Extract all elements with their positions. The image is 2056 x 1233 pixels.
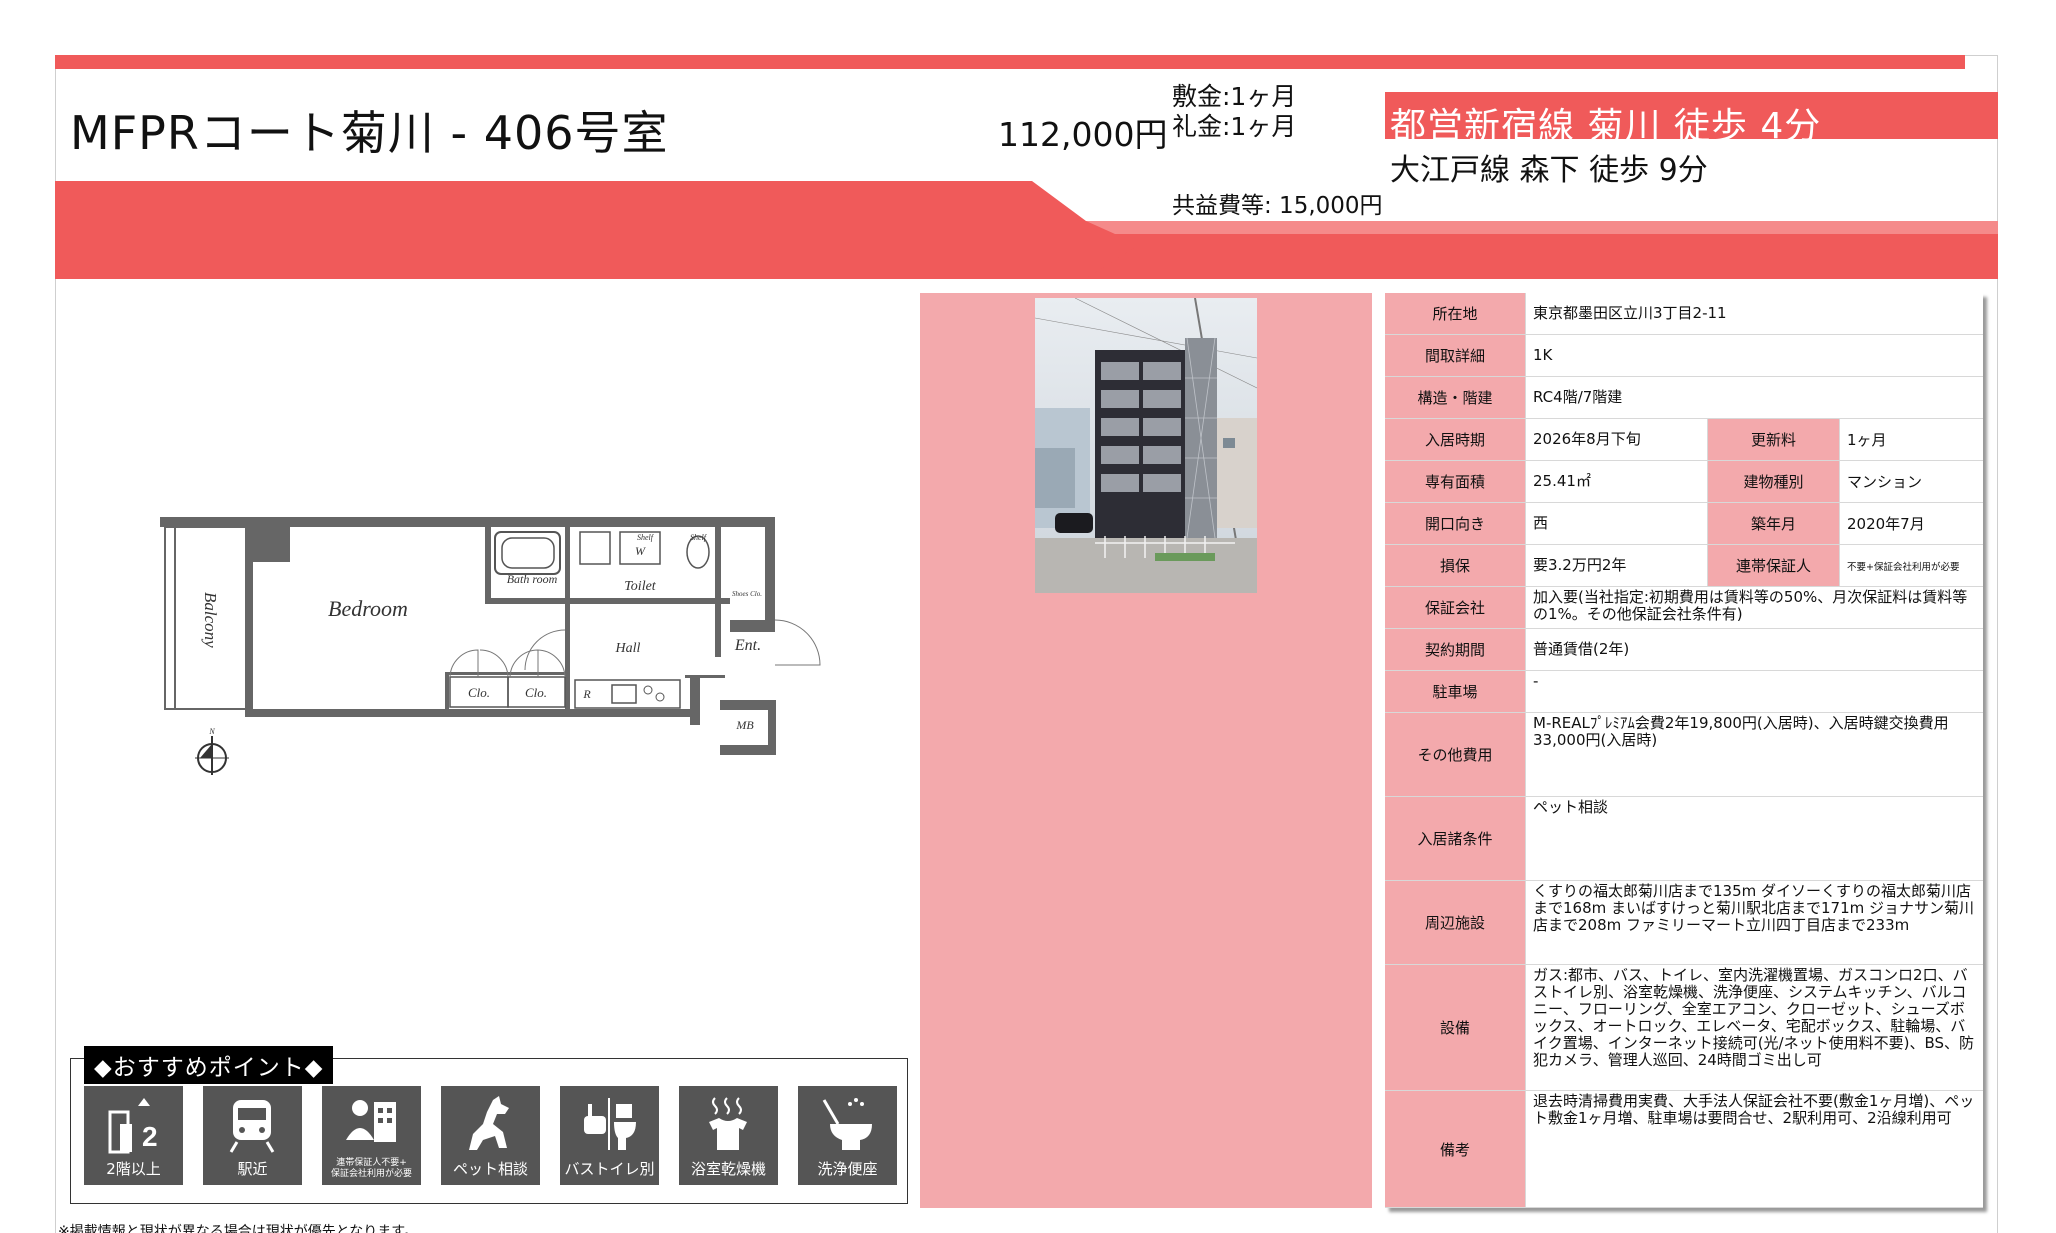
bath-toilet-icon [584, 1098, 636, 1150]
point-upper-floor: 2 2階以上 [84, 1086, 183, 1185]
row-guarantee-company: 保証会社 加入要(当社指定:初期費用は賃料等の50%、月次保証料は賃料等の1%。… [1385, 587, 1983, 629]
point-washlet: 洗浄便座 [798, 1086, 897, 1185]
room-bath: Bath room [507, 572, 558, 586]
row-notes: 備考 退去時清掃費用実費、大手法人保証会社不要(敷金1ヶ月増)、ペット敷金1ヶ月… [1385, 1091, 1983, 1208]
north-label: N [208, 727, 215, 736]
room-mb: MB [735, 718, 754, 732]
common-fee: 共益費等: 15,000円 [1172, 193, 1383, 219]
row-equipment: 設備 ガス:都市、バス、トイレ、室内洗濯機置場、ガスコンロ2口、バストイレ別、浴… [1385, 965, 1983, 1091]
row-move-in: 入居時期 2026年8月下旬 更新料 1ヶ月 [1385, 419, 1983, 461]
property-info-table: 所在地 東京都墨田区立川3丁目2-11 間取詳細 1K 構造・階建 RC4階/7… [1385, 293, 1983, 1208]
room-closet-1: Clo. [468, 685, 490, 700]
dog-icon [469, 1096, 509, 1150]
deposit: 敷金:1ヶ月 [1172, 82, 1297, 111]
point-label: 連帯保証人不要+ 保証会社利用が必要 [330, 1158, 412, 1179]
bath-dryer-icon [709, 1097, 747, 1150]
shelf-label-1: Shelf [637, 533, 655, 542]
room-toilet: Toilet [624, 579, 656, 594]
row-other-costs: その他費用 M-REALﾌﾟﾚﾐｱﾑ会費2年19,800円(入居時)、入居時鍵交… [1385, 713, 1983, 797]
shoes-closet-label: Shoes Clo. [732, 590, 762, 598]
key-money: 礼金:1ヶ月 [1172, 112, 1297, 141]
building-photo [1035, 298, 1257, 593]
washlet-icon [822, 1098, 872, 1150]
fridge-label: R [582, 687, 591, 701]
point-label: バストイレ別 [564, 1160, 655, 1178]
room-balcony: Balcony [201, 592, 220, 648]
shelf-label-2: Shelf [690, 533, 708, 542]
point-pet: ペット相談 [441, 1086, 540, 1185]
property-title: MFPRコート菊川 - 406号室 [70, 106, 669, 160]
room-entrance: Ent. [734, 637, 761, 654]
top-accent-bar [55, 55, 1965, 69]
point-label: 洗浄便座 [817, 1160, 878, 1178]
row-layout: 間取詳細 1K [1385, 335, 1983, 377]
svg-text:2: 2 [142, 1121, 158, 1152]
room-closet-2: Clo. [525, 685, 547, 700]
point-label: 2階以上 [106, 1160, 161, 1178]
row-parking: 駐車場 - [1385, 671, 1983, 713]
point-bath-toilet: バストイレ別 [560, 1086, 659, 1185]
station-primary: 都営新宿線 菊川 徒歩 4分 [1390, 106, 1822, 147]
point-label: 浴室乾燥機 [690, 1160, 766, 1178]
recommended-points-title: ◆おすすめポイント◆ [84, 1046, 334, 1084]
deposit-info: 敷金:1ヶ月 礼金:1ヶ月 [1172, 82, 1296, 142]
header-band [55, 181, 1998, 279]
point-label: 駅近 [237, 1160, 268, 1178]
row-area: 専有面積 25.41㎡ 建物種別 マンション [1385, 461, 1983, 503]
point-bath-dryer: 浴室乾燥機 [679, 1086, 778, 1185]
guarantor-icon [346, 1100, 396, 1142]
washer-label: W [635, 544, 646, 558]
station-secondary: 大江戸線 森下 徒歩 9分 [1390, 153, 1708, 188]
row-direction: 開口向き 西 築年月 2020年7月 [1385, 503, 1983, 545]
row-contract: 契約期間 普通賃借(2年) [1385, 629, 1983, 671]
row-address: 所在地 東京都墨田区立川3丁目2-11 [1385, 293, 1983, 335]
point-near-station: 駅近 [203, 1086, 302, 1185]
rent-price: 112,000円 [998, 115, 1168, 154]
floor-plan: Bedroom Balcony Bath room Toilet Hall En… [150, 500, 830, 785]
row-damage-deposit: 損保 要3.2万円2年 連帯保証人 不要+保証会社利用が必要 [1385, 545, 1983, 587]
room-bedroom: Bedroom [328, 596, 408, 621]
building-floor-icon: 2 [108, 1098, 158, 1154]
disclaimer: ※掲載情報と現状が異なる場合は現状が優先となります。 [58, 1224, 418, 1233]
room-hall: Hall [615, 641, 641, 656]
point-label: ペット相談 [452, 1160, 528, 1178]
point-guarantor: 連帯保証人不要+ 保証会社利用が必要 [322, 1086, 421, 1185]
row-structure: 構造・階建 RC4階/7階建 [1385, 377, 1983, 419]
row-conditions: 入居諸条件 ペット相談 [1385, 797, 1983, 881]
train-icon [229, 1100, 275, 1153]
row-nearby: 周辺施設 くすりの福太郎菊川店まで135m ダイソーくすりの福太郎菊川店まで16… [1385, 881, 1983, 965]
